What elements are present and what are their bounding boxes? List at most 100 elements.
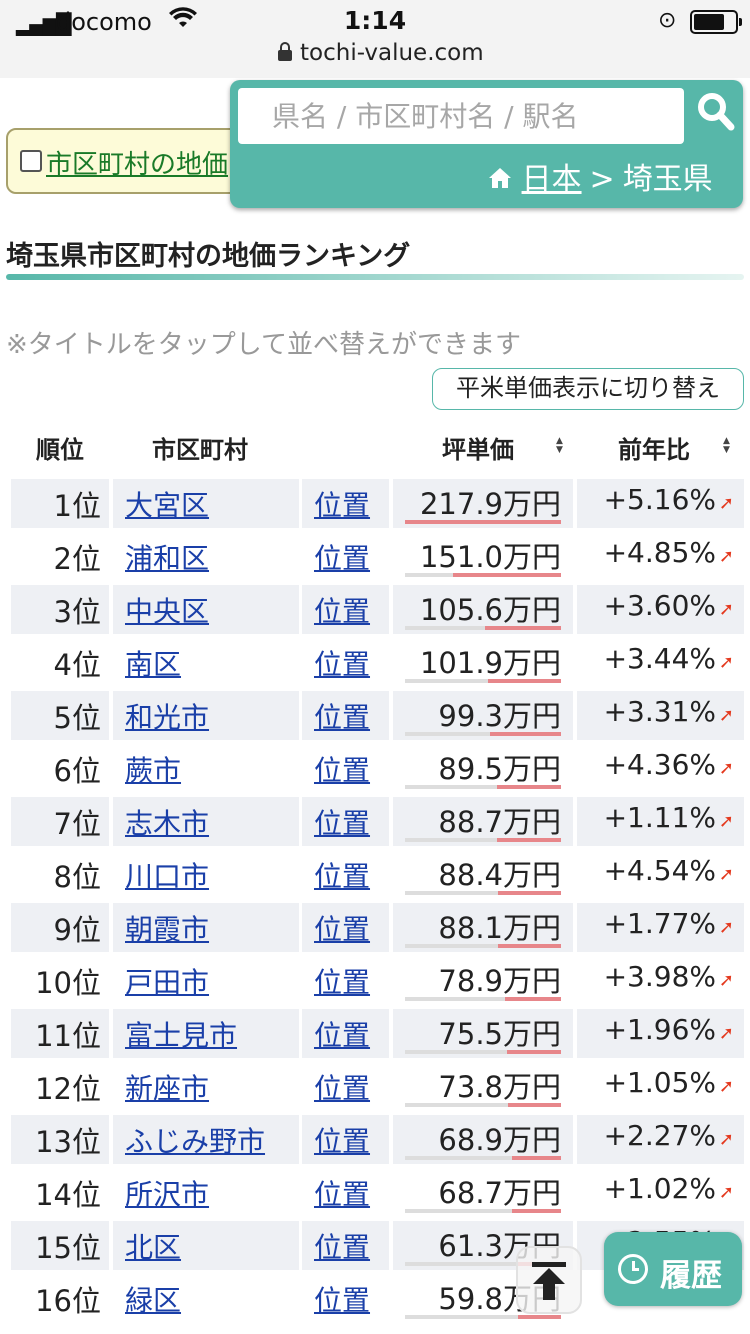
breadcrumb-home-link[interactable]: 日本 bbox=[522, 162, 582, 197]
city-link[interactable]: 大宮区 bbox=[125, 484, 209, 524]
change-cell: +4.85% ➚ bbox=[577, 532, 744, 581]
change-cell: +4.54% ➚ bbox=[577, 850, 744, 899]
map-location-link[interactable]: 位置 bbox=[314, 1120, 370, 1160]
map-cell: 位置 bbox=[302, 744, 389, 793]
city-link[interactable]: 中央区 bbox=[125, 590, 209, 630]
sort-arrows-icon[interactable]: ▲ ▼ bbox=[723, 437, 730, 455]
table-row: 3位 中央区 位置 105.6万円 +3.60% ➚ bbox=[0, 583, 750, 636]
sort-arrows-icon[interactable]: ▲ ▼ bbox=[556, 437, 563, 455]
city-cell: 所沢市 bbox=[113, 1168, 299, 1217]
map-location-link[interactable]: 位置 bbox=[314, 484, 370, 524]
page-title: 埼玉県市区町村の地価ランキング bbox=[6, 241, 411, 272]
price-text: 101.9万円 bbox=[419, 646, 561, 680]
change-cell: +3.44% ➚ bbox=[577, 638, 744, 687]
city-link[interactable]: 新座市 bbox=[125, 1067, 209, 1107]
map-location-link[interactable]: 位置 bbox=[314, 643, 370, 683]
rank-text: 6位 bbox=[53, 754, 101, 788]
map-location-link[interactable]: 位置 bbox=[314, 908, 370, 948]
table-row: 10位 戸田市 位置 78.9万円 +3.98% ➚ bbox=[0, 954, 750, 1007]
history-button[interactable]: 履歴 bbox=[604, 1232, 742, 1306]
price-text: 217.9万円 bbox=[419, 487, 561, 521]
change-cell: +1.02% ➚ bbox=[577, 1168, 744, 1217]
price-bar-track bbox=[405, 573, 561, 577]
map-location-link[interactable]: 位置 bbox=[314, 1173, 370, 1213]
rotation-lock-icon: ⊙ bbox=[658, 8, 677, 33]
price-bar bbox=[508, 1103, 561, 1107]
map-location-link[interactable]: 位置 bbox=[314, 696, 370, 736]
change-cell: +3.98% ➚ bbox=[577, 956, 744, 1005]
header-rank[interactable]: 順位 bbox=[36, 430, 84, 465]
map-cell: 位置 bbox=[302, 1168, 389, 1217]
price-cell: 151.0万円 bbox=[393, 532, 573, 581]
table-row: 7位 志木市 位置 88.7万円 +1.11% ➚ bbox=[0, 795, 750, 848]
map-location-link[interactable]: 位置 bbox=[314, 802, 370, 842]
map-location-link[interactable]: 位置 bbox=[314, 1067, 370, 1107]
search-icon[interactable] bbox=[696, 90, 736, 138]
change-text: +1.11% bbox=[603, 801, 716, 834]
city-link[interactable]: 戸田市 bbox=[125, 961, 209, 1001]
change-text: +4.85% bbox=[603, 536, 716, 569]
city-link[interactable]: 川口市 bbox=[125, 855, 209, 895]
unit-toggle-button[interactable]: 平米単価表示に切り替え bbox=[432, 368, 744, 410]
city-link[interactable]: 蕨市 bbox=[125, 749, 181, 789]
battery-icon bbox=[690, 10, 742, 34]
map-location-link[interactable]: 位置 bbox=[314, 749, 370, 789]
map-location-link[interactable]: 位置 bbox=[314, 855, 370, 895]
city-link[interactable]: 朝霞市 bbox=[125, 908, 209, 948]
city-link[interactable]: 和光市 bbox=[125, 696, 209, 736]
city-cell: 新座市 bbox=[113, 1062, 299, 1111]
toggle-label[interactable]: 市区町村の地価 bbox=[46, 144, 228, 181]
header-price[interactable]: 坪単価 bbox=[442, 430, 514, 465]
map-location-link[interactable]: 位置 bbox=[314, 1014, 370, 1054]
title-underline bbox=[6, 274, 744, 280]
search-input[interactable] bbox=[238, 88, 684, 144]
trend-up-icon: ➚ bbox=[718, 758, 734, 779]
price-bar-track bbox=[405, 785, 561, 789]
change-text: +5.16% bbox=[603, 483, 716, 516]
map-location-link[interactable]: 位置 bbox=[314, 1279, 370, 1319]
price-cell: 88.4万円 bbox=[393, 850, 573, 899]
price-bar-track bbox=[405, 838, 561, 842]
price-text: 78.9万円 bbox=[438, 964, 561, 998]
home-icon[interactable] bbox=[488, 162, 522, 197]
map-location-link[interactable]: 位置 bbox=[314, 590, 370, 630]
price-text: 88.4万円 bbox=[438, 858, 561, 892]
city-link[interactable]: 志木市 bbox=[125, 802, 209, 842]
map-location-link[interactable]: 位置 bbox=[314, 537, 370, 577]
change-text: +4.36% bbox=[603, 748, 716, 781]
toggle-checkbox[interactable] bbox=[20, 150, 42, 172]
map-cell: 位置 bbox=[302, 956, 389, 1005]
city-link[interactable]: 南区 bbox=[125, 643, 181, 683]
price-text: 68.7万円 bbox=[438, 1176, 561, 1210]
price-cell: 75.5万円 bbox=[393, 1009, 573, 1058]
header-city[interactable]: 市区町村 bbox=[152, 430, 248, 465]
change-cell: +5.16% ➚ bbox=[577, 479, 744, 528]
rank-text: 1位 bbox=[53, 489, 101, 523]
map-location-link[interactable]: 位置 bbox=[314, 961, 370, 1001]
city-link[interactable]: 浦和区 bbox=[125, 537, 209, 577]
city-link[interactable]: 富士見市 bbox=[125, 1014, 237, 1054]
breadcrumb: 日本 > 埼玉県 bbox=[488, 154, 713, 198]
price-cell: 101.9万円 bbox=[393, 638, 573, 687]
scroll-top-button[interactable] bbox=[516, 1246, 582, 1314]
city-link[interactable]: ふじみ野市 bbox=[125, 1120, 265, 1160]
city-link[interactable]: 緑区 bbox=[125, 1279, 181, 1319]
city-cell: 南区 bbox=[113, 638, 299, 687]
rank-text: 10位 bbox=[35, 966, 101, 1000]
rank-text: 2位 bbox=[53, 542, 101, 576]
change-text: +1.77% bbox=[603, 907, 716, 940]
rank-cell: 8位 bbox=[11, 850, 109, 899]
rank-cell: 13位 bbox=[11, 1115, 109, 1164]
header-change[interactable]: 前年比 bbox=[618, 430, 690, 465]
price-text: 105.6万円 bbox=[419, 593, 561, 627]
address-bar-url[interactable]: tochi-value.com bbox=[300, 40, 484, 66]
rank-text: 8位 bbox=[53, 860, 101, 894]
trend-up-icon: ➚ bbox=[718, 917, 734, 938]
city-link[interactable]: 所沢市 bbox=[125, 1173, 209, 1213]
city-cell: 志木市 bbox=[113, 797, 299, 846]
city-link[interactable]: 北区 bbox=[125, 1226, 181, 1266]
map-cell: 位置 bbox=[302, 1062, 389, 1111]
price-bar-track bbox=[405, 997, 561, 1001]
map-location-link[interactable]: 位置 bbox=[314, 1226, 370, 1266]
change-text: +4.54% bbox=[603, 854, 716, 887]
